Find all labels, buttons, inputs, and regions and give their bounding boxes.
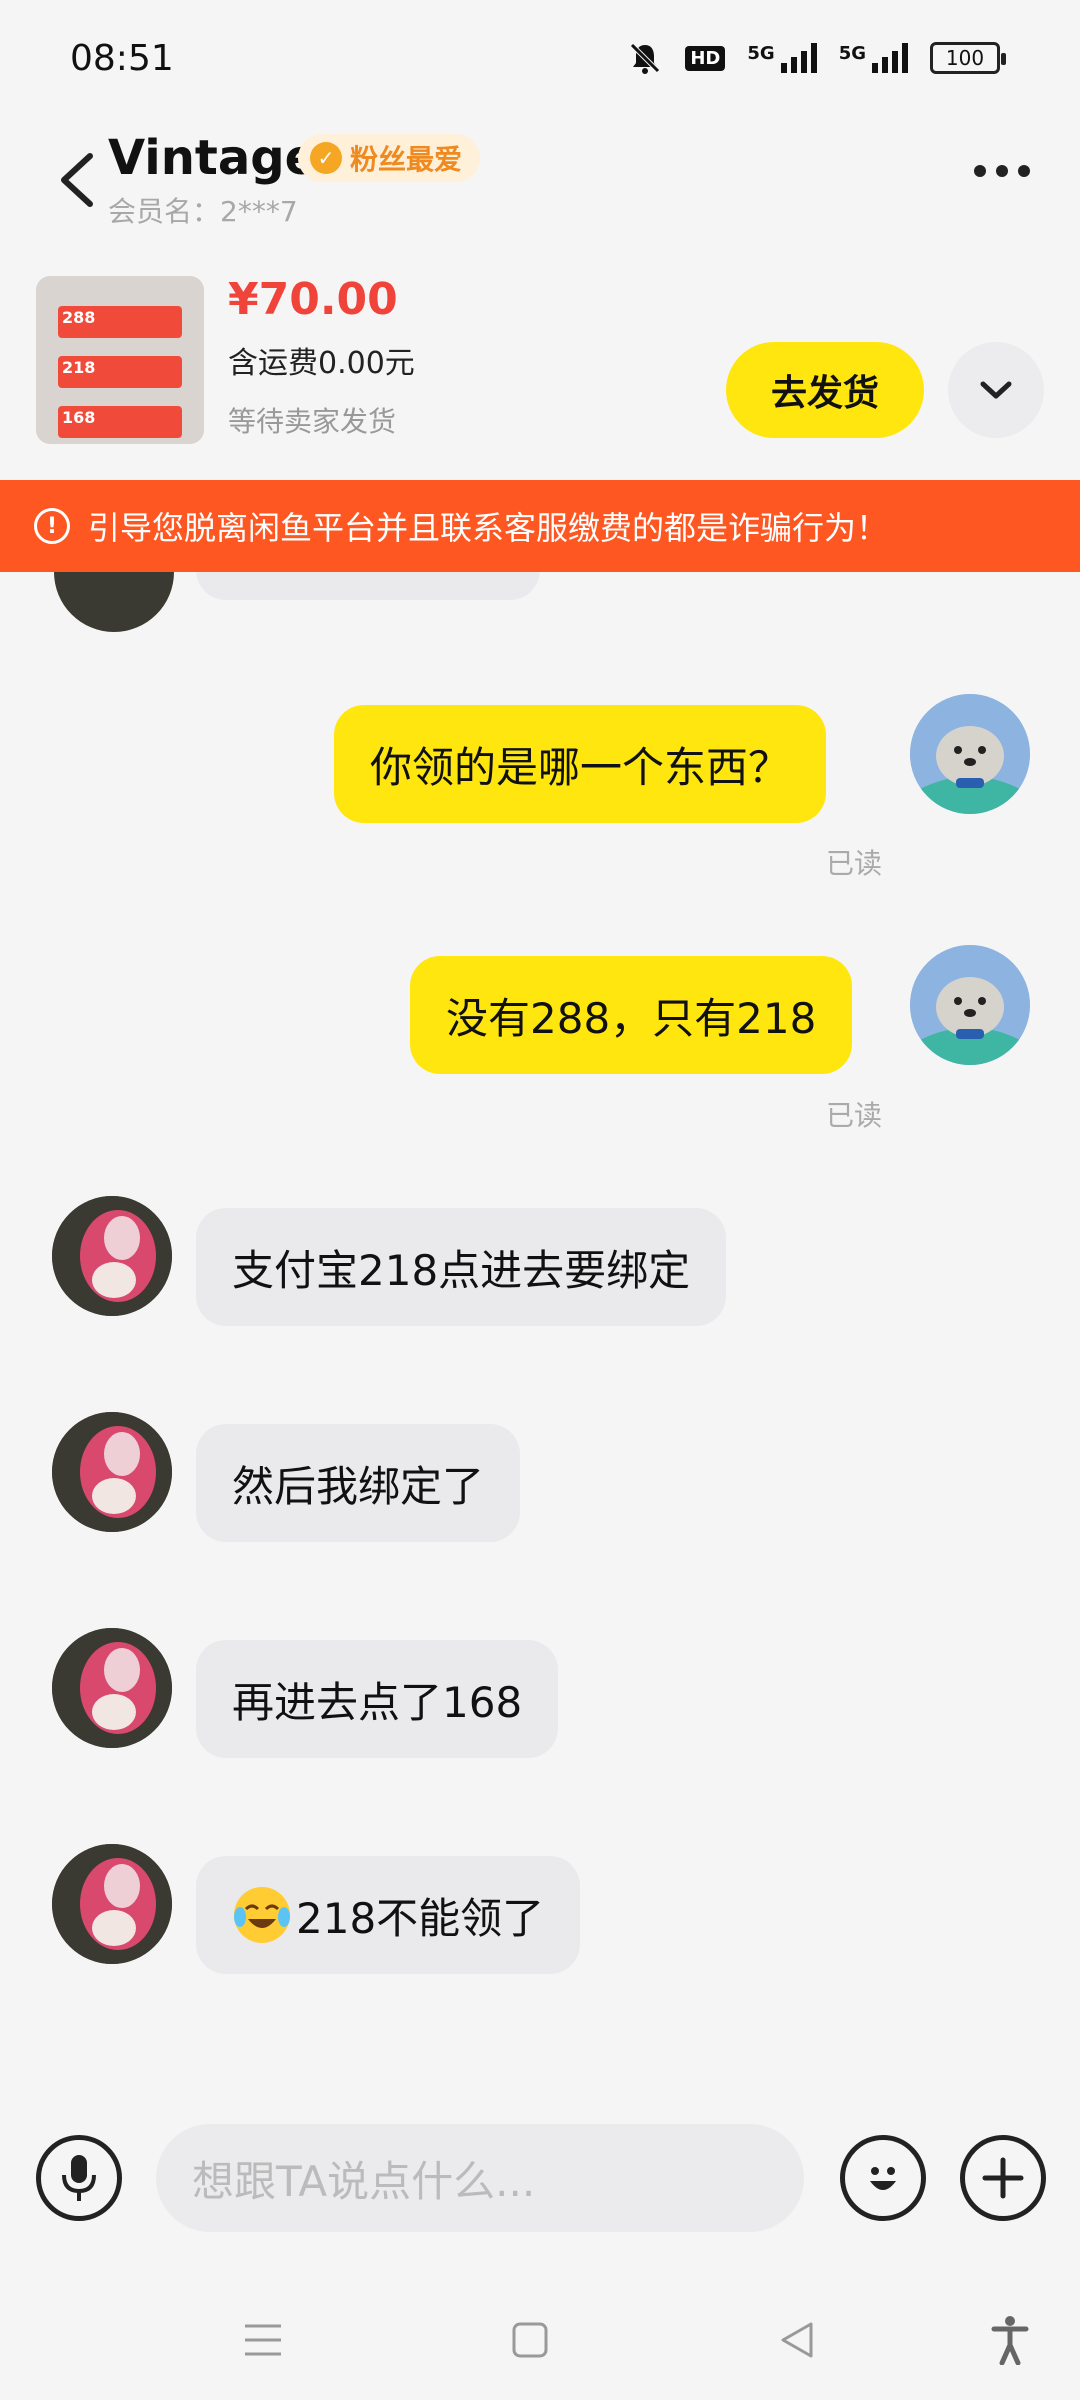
thumb-row: 168 <box>58 406 182 438</box>
contact-avatar[interactable] <box>52 1196 172 1316</box>
message-text: 218不能领了 <box>296 1893 545 1943</box>
plush-avatar-icon <box>52 1412 172 1532</box>
seal-avatar-icon <box>910 694 1030 814</box>
microphone-icon <box>62 2155 96 2201</box>
message-bubble-partial <box>196 572 540 600</box>
plush-avatar-icon <box>52 1844 172 1964</box>
message-bubble-received[interactable]: 再进去点了168 <box>196 1640 559 1758</box>
hd-voice-icon: HD <box>685 45 726 71</box>
seal-avatar-icon <box>910 945 1030 1065</box>
message-bubble-sent[interactable]: 你领的是哪一个东西？ <box>334 705 827 823</box>
read-receipt: 已读 <box>826 847 883 880</box>
home-nav-button[interactable] <box>500 2310 560 2370</box>
contact-avatar[interactable] <box>52 1628 172 1748</box>
square-home-icon <box>512 2322 548 2358</box>
back-arrow-icon[interactable] <box>52 150 102 210</box>
signal-icon-2: 5G <box>839 43 908 73</box>
accessibility-icon <box>991 2316 1029 2365</box>
product-thumbnail[interactable]: 288 218 168 <box>36 276 204 444</box>
product-price: ¥70.00 <box>228 274 398 325</box>
plush-avatar-icon <box>52 1196 172 1316</box>
contact-avatar[interactable] <box>54 572 174 632</box>
badge-label: 粉丝最爱 <box>350 143 463 176</box>
message-bubble-sent[interactable]: 没有288，只有218 <box>410 956 853 1074</box>
message-bubble-received[interactable]: 218不能领了 <box>196 1856 581 1974</box>
order-status: 等待卖家发货 <box>228 405 397 438</box>
ship-button[interactable]: 去发货 <box>726 342 924 438</box>
more-options-icon[interactable] <box>974 165 1030 177</box>
signal-icon-1: 5G <box>747 43 817 73</box>
my-avatar[interactable] <box>910 694 1030 814</box>
shipping-fee: 含运费0.00元 <box>228 346 415 381</box>
message-input[interactable]: 想跟TA说点什么... <box>156 2124 804 2232</box>
contact-avatar[interactable] <box>52 1412 172 1532</box>
contact-avatar[interactable] <box>52 1844 172 1964</box>
accessibility-nav-button[interactable] <box>980 2310 1040 2370</box>
chevron-down-icon <box>980 381 1012 399</box>
voice-input-button[interactable] <box>36 2135 122 2221</box>
thumb-row: 218 <box>58 356 182 388</box>
shield-check-icon: ✓ <box>310 142 342 174</box>
plush-avatar-icon <box>52 1628 172 1748</box>
expand-button[interactable] <box>948 342 1044 438</box>
fraud-warning-banner: ! 引导您脱离闲鱼平台并且联系客服缴费的都是诈骗行为！ <box>0 480 1080 572</box>
smiley-icon <box>870 2167 896 2190</box>
my-avatar[interactable] <box>910 945 1030 1065</box>
system-nav-bar <box>0 2270 1080 2400</box>
product-card: 288 218 168 ¥70.00 含运费0.00元 等待卖家发货 去发货 <box>0 270 1080 480</box>
menu-nav-button[interactable] <box>233 2310 293 2370</box>
fan-favorite-badge: ✓ 粉丝最爱 <box>298 134 481 182</box>
add-attachment-button[interactable] <box>960 2135 1046 2221</box>
battery-icon: 100 <box>930 42 1006 74</box>
menu-icon <box>245 2324 281 2356</box>
input-bar: 想跟TA说点什么... <box>0 2100 1080 2260</box>
status-time: 08:51 <box>70 38 174 79</box>
back-nav-button[interactable] <box>767 2310 827 2370</box>
read-receipt: 已读 <box>826 1099 883 1132</box>
member-name: 会员名：2***7 <box>108 195 298 228</box>
message-bubble-received[interactable]: 然后我绑定了 <box>196 1424 521 1542</box>
plus-icon <box>982 2157 1024 2199</box>
warning-icon: ! <box>34 508 70 544</box>
thumb-row: 288 <box>58 306 182 338</box>
status-icons: HD 5G 5G 100 <box>627 40 1006 76</box>
emoji-button[interactable] <box>840 2135 926 2221</box>
mute-notification-icon <box>630 43 661 74</box>
chat-header: Vintage ✓ 粉丝最爱 会员名：2***7 <box>0 120 1080 270</box>
contact-name[interactable]: Vintage <box>108 130 317 186</box>
crying-laughing-emoji-icon <box>234 1887 290 1943</box>
message-bubble-received[interactable]: 支付宝218点进去要绑定 <box>196 1208 727 1326</box>
chat-messages: 你领的是哪一个东西？ 已读 没有288，只有218 已读 支付宝218点进去要绑… <box>0 572 1080 2072</box>
triangle-back-icon <box>781 2322 813 2358</box>
status-bar: 08:51 HD 5G 5G 100 <box>0 0 1080 120</box>
warning-text: 引导您脱离闲鱼平台并且联系客服缴费的都是诈骗行为！ <box>88 509 889 547</box>
